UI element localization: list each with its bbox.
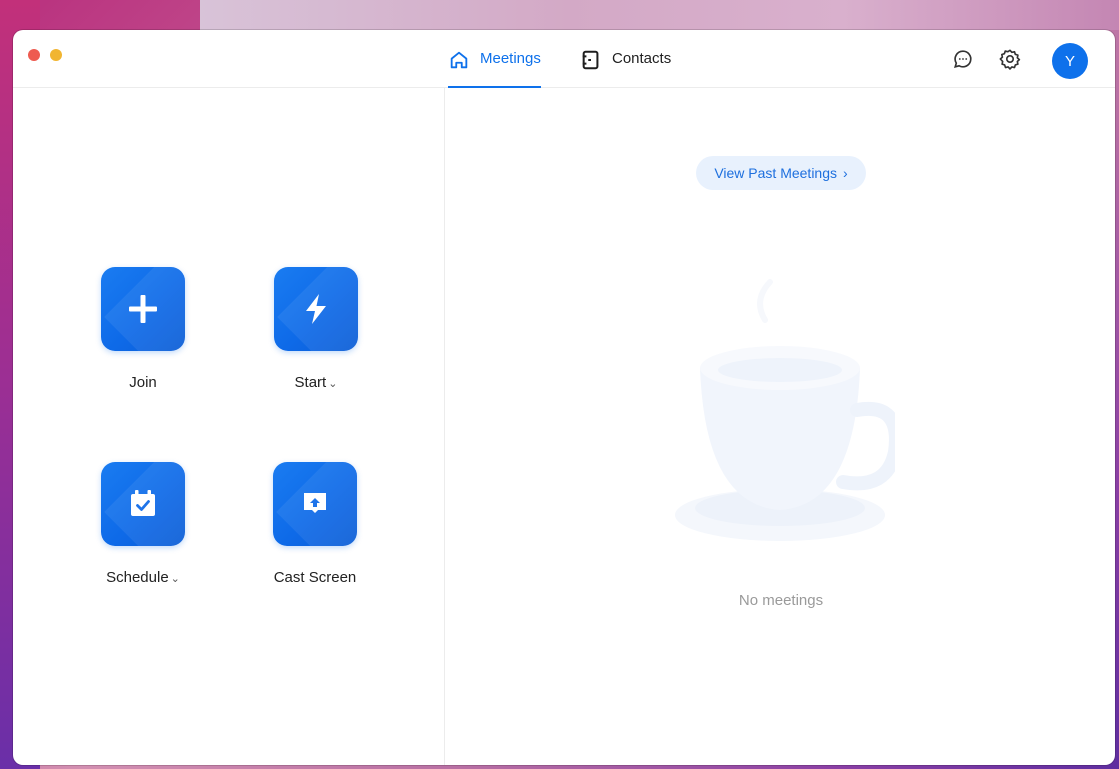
coffee-cup-illustration <box>675 279 895 541</box>
cast-screen-tile[interactable] <box>273 462 357 546</box>
start-tile[interactable] <box>274 267 358 351</box>
empty-state-text: No meetings <box>738 592 824 609</box>
join-button[interactable]: Join <box>101 267 185 391</box>
join-label: Join <box>129 374 157 391</box>
home-icon <box>450 51 468 69</box>
chevron-down-icon[interactable]: ⌄ <box>328 378 337 390</box>
minimize-window-button[interactable] <box>50 49 62 61</box>
panel-divider <box>444 88 445 765</box>
chevron-down-icon[interactable]: ⌄ <box>171 573 180 585</box>
schedule-label: Schedule <box>106 569 169 586</box>
start-label: Start <box>294 374 327 391</box>
chat-icon[interactable] <box>952 48 974 70</box>
cast-screen-label: Cast Screen <box>273 569 357 586</box>
chevron-right-icon: › <box>843 165 848 181</box>
tab-meetings[interactable]: Meetings <box>448 50 541 88</box>
plus-icon <box>129 295 157 323</box>
app-window: Meetings Contacts Y Join Start ⌄ Schedul… <box>13 30 1115 765</box>
title-bar: Meetings Contacts Y <box>13 30 1115 88</box>
lightning-icon <box>306 294 326 324</box>
start-button[interactable]: Start ⌄ <box>274 267 358 391</box>
share-screen-icon <box>304 493 326 513</box>
cast-screen-button[interactable]: Cast Screen <box>273 462 357 586</box>
join-tile[interactable] <box>101 267 185 351</box>
avatar[interactable]: Y <box>1052 43 1088 79</box>
tab-contacts-label: Contacts <box>612 50 672 67</box>
desktop-background-top <box>200 0 1119 30</box>
calendar-icon <box>131 490 155 516</box>
gear-icon[interactable] <box>999 48 1021 70</box>
view-past-meetings-label: View Past Meetings <box>714 165 838 181</box>
schedule-button[interactable]: Schedule ⌄ <box>101 462 185 586</box>
contacts-icon <box>582 50 599 70</box>
avatar-initial: Y <box>1064 52 1075 70</box>
view-past-meetings-button[interactable]: View Past Meetings › <box>696 156 866 190</box>
tab-contacts[interactable]: Contacts <box>580 50 671 88</box>
schedule-tile[interactable] <box>101 462 185 546</box>
tab-meetings-label: Meetings <box>480 50 541 67</box>
close-window-button[interactable] <box>28 49 40 61</box>
